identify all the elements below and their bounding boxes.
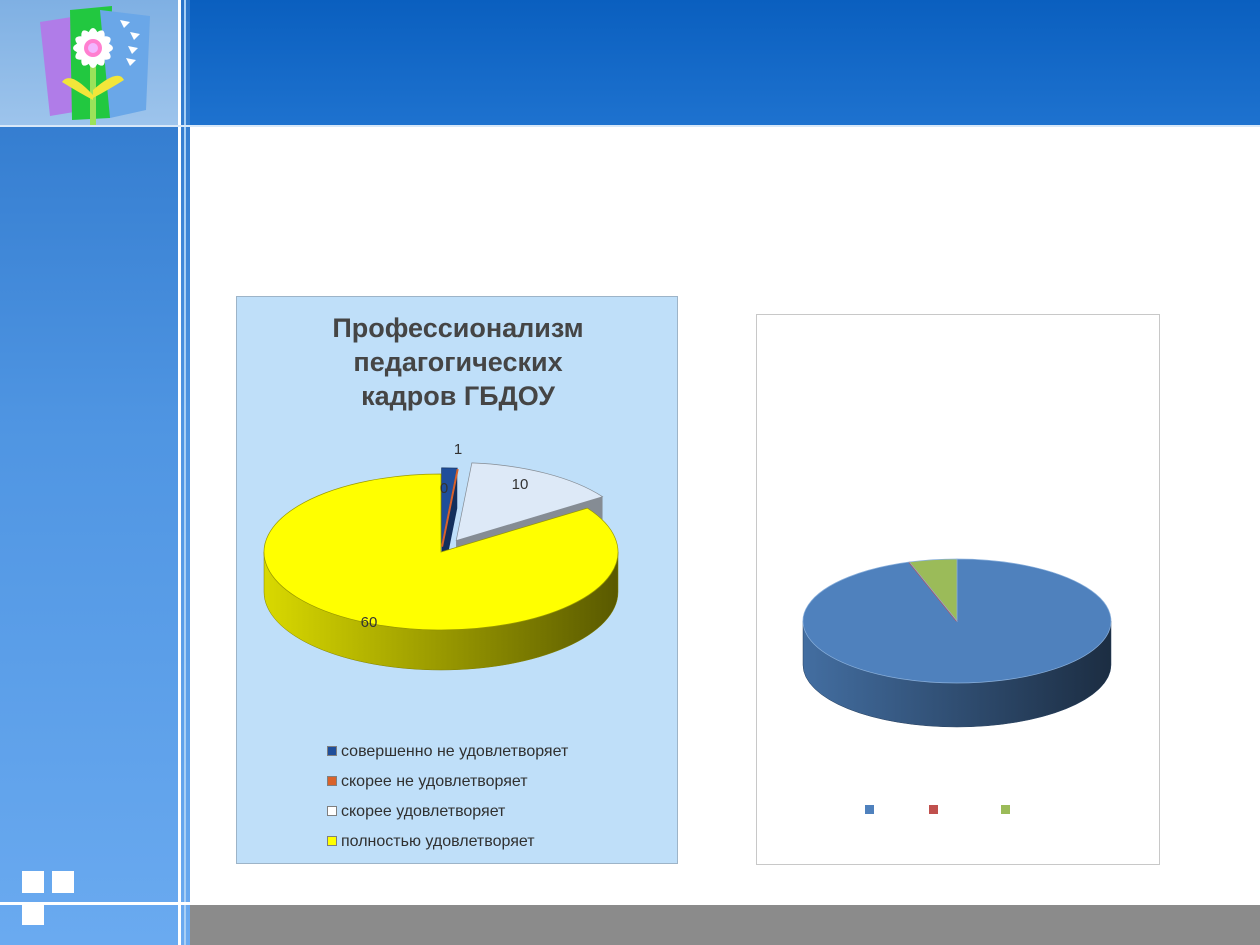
- legend-swatch: [327, 806, 337, 816]
- divider-horizontal-top: [0, 125, 1260, 127]
- divider-vertical: [178, 0, 181, 945]
- logo-panel: [0, 0, 178, 125]
- decor-square: [52, 871, 74, 893]
- legend-swatch: [865, 805, 874, 814]
- divider-vertical-secondary: [184, 0, 186, 945]
- chart-professionalism: Профессионализм педагогических кадров ГБ…: [236, 296, 678, 864]
- data-label: 10: [512, 476, 529, 493]
- footer-bar: [190, 905, 1260, 945]
- header-bar: [190, 0, 1260, 125]
- left-sidebar: [0, 0, 190, 945]
- legend-swatch: [327, 746, 337, 756]
- legend-item: совершенно не удовлетворяет: [327, 743, 568, 761]
- legend-item: скорее удовлетворяет: [327, 803, 505, 821]
- legend-item: полностью удовлетворяет: [327, 833, 535, 851]
- decor-square: [22, 871, 44, 893]
- data-label: 1: [454, 441, 462, 458]
- legend-swatch: [327, 776, 337, 786]
- legend-label: скорее удовлетворяет: [341, 803, 506, 820]
- pie-plot-area: 10 1060: [263, 441, 619, 671]
- legend-label: полностью удовлетворяет: [341, 833, 535, 850]
- chart-secondary: [756, 314, 1160, 865]
- data-label: 0: [440, 480, 448, 497]
- legend-swatch: [929, 805, 938, 814]
- legend-label: совершенно не удовлетворяет: [341, 743, 569, 760]
- legend-item: скорее не удовлетворяет: [327, 773, 528, 791]
- legend-swatch: [1001, 805, 1010, 814]
- legend-swatch: [327, 836, 337, 846]
- data-label: 60: [361, 614, 378, 631]
- decor-square: [22, 903, 44, 925]
- flower-logo-icon: [40, 6, 150, 125]
- legend-label: скорее не удовлетворяет: [341, 773, 528, 790]
- pie-plot-area: [802, 558, 1112, 728]
